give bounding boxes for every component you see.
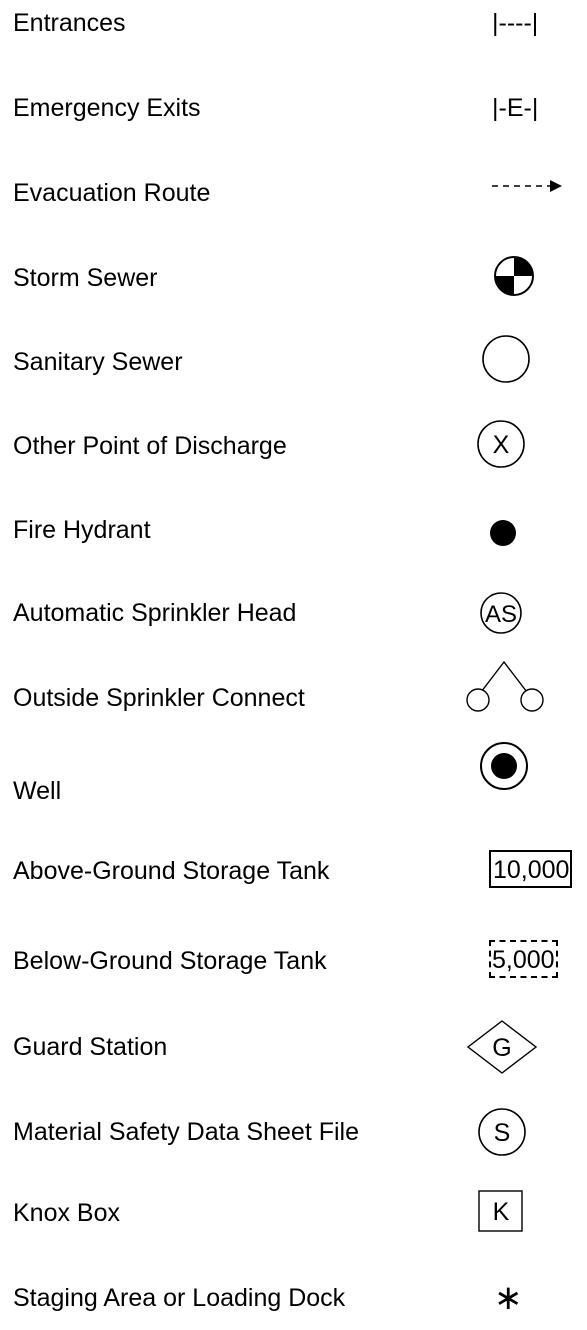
above-tank-symbol: 10,000 bbox=[489, 850, 573, 888]
sprinkler-head-label: Automatic Sprinkler Head bbox=[13, 599, 297, 627]
other-discharge-label: Other Point of Discharge bbox=[13, 432, 287, 460]
s-circle-icon: S bbox=[478, 1108, 526, 1156]
empty-circle-icon bbox=[482, 335, 530, 383]
x-circle-letter: X bbox=[493, 431, 510, 459]
x-circle-icon: X bbox=[477, 420, 525, 468]
emergency-exits-symbol: |-E-| bbox=[492, 94, 539, 122]
emergency-exits-label: Emergency Exits bbox=[13, 94, 201, 122]
outside-sprinkler-label: Outside Sprinkler Connect bbox=[13, 684, 305, 712]
filled-dot-icon bbox=[490, 520, 516, 546]
fire-hydrant-label: Fire Hydrant bbox=[13, 516, 151, 544]
above-tank-label: Above-Ground Storage Tank bbox=[13, 857, 330, 885]
diamond-icon: G bbox=[466, 1020, 538, 1074]
diamond-letter: G bbox=[492, 1034, 511, 1062]
k-square-letter: K bbox=[493, 1198, 510, 1226]
asterisk-icon: ∗ bbox=[494, 1279, 523, 1317]
below-tank-label: Below-Ground Storage Tank bbox=[13, 947, 327, 975]
knox-box-label: Knox Box bbox=[13, 1199, 121, 1227]
storm-sewer-label: Storm Sewer bbox=[13, 264, 158, 292]
k-square-icon: K bbox=[478, 1190, 523, 1232]
entrances-label: Entrances bbox=[13, 9, 126, 37]
guard-station-label: Guard Station bbox=[13, 1033, 168, 1061]
msds-label: Material Safety Data Sheet File bbox=[13, 1118, 359, 1146]
sanitary-sewer-label: Sanitary Sewer bbox=[13, 348, 183, 376]
evacuation-route-label: Evacuation Route bbox=[13, 179, 211, 207]
entrances-symbol: |----| bbox=[492, 9, 539, 37]
dashed-arrow-icon bbox=[492, 180, 562, 192]
as-circle-icon: AS bbox=[480, 592, 522, 634]
s-circle-letter: S bbox=[494, 1119, 511, 1147]
sprinkler-connect-icon bbox=[466, 660, 544, 712]
quartered-circle-icon bbox=[494, 256, 534, 296]
well-label: Well bbox=[13, 777, 62, 805]
as-circle-text: AS bbox=[485, 601, 517, 628]
below-tank-symbol: 5,000 bbox=[489, 940, 558, 978]
staging-area-label: Staging Area or Loading Dock bbox=[13, 1284, 346, 1312]
ring-dot-icon bbox=[480, 742, 528, 790]
